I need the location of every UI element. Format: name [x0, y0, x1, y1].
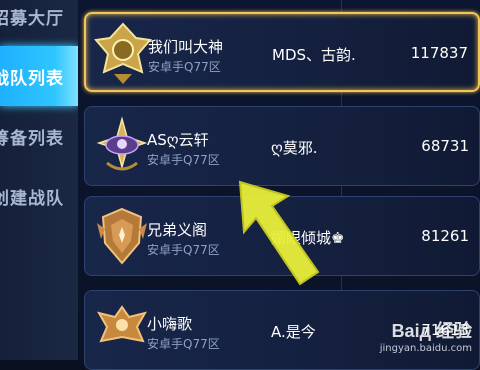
team-zone: 安卓手Q77区 — [148, 60, 221, 74]
team-name: 小嗨歌 — [147, 315, 193, 333]
purple-star-emblem-icon — [96, 116, 148, 171]
team-row[interactable]: 我们叫大神 安卓手Q77区 MDS、古韵. 117837 — [84, 12, 480, 92]
gold-wing-emblem-icon — [94, 22, 152, 84]
tab-label: 战队列表 — [0, 68, 64, 89]
tab-label: 筹备列表 — [0, 128, 64, 149]
tab-label: 创建战队 — [0, 188, 64, 209]
team-list: 我们叫大神 安卓手Q77区 MDS、古韵. 117837 ASღ云轩 安卓手Q7… — [78, 0, 480, 370]
team-captain: 媚眼倾城♚ — [271, 229, 345, 247]
team-zone: 安卓手Q77区 — [147, 153, 220, 167]
team-zone: 安卓手Q77区 — [147, 243, 220, 257]
eagle-emblem-icon — [96, 305, 148, 343]
team-row[interactable]: 兄弟义阁 安卓手Q77区 媚眼倾城♚ 81261 — [84, 196, 480, 276]
team-name: ASღ云轩 — [147, 131, 209, 149]
watermark-url: jingyan.baidu.com — [379, 343, 472, 354]
watermark: Baiд 经验 jingyan.baidu.com — [380, 317, 472, 354]
team-captain: A.是今 — [271, 323, 316, 341]
tab-preparation-list[interactable]: 筹备列表 — [0, 106, 78, 166]
team-score: 117837 — [410, 44, 468, 62]
tab-recruit-hall[interactable]: 招募大厅 — [0, 0, 78, 46]
team-captain: MDS、古韵. — [272, 46, 356, 64]
team-captain: ღ莫邪. — [271, 139, 318, 157]
watermark-logo: Baiд 经验 — [391, 321, 472, 341]
team-score: 81261 — [421, 227, 469, 245]
team-zone: 安卓手Q77区 — [147, 337, 220, 351]
team-row[interactable]: ASღ云轩 安卓手Q77区 ღ莫邪. 68731 — [84, 106, 480, 186]
sidebar: 招募大厅 战队列表 筹备列表 创建战队 — [0, 0, 79, 360]
team-score: 68731 — [421, 137, 469, 155]
team-name: 兄弟义阁 — [147, 221, 208, 239]
tab-create-team[interactable]: 创建战队 — [0, 166, 78, 226]
tab-team-list[interactable]: 战队列表 — [0, 46, 78, 106]
team-name: 我们叫大神 — [148, 38, 224, 56]
tab-label: 招募大厅 — [0, 8, 64, 29]
bronze-shield-emblem-icon — [97, 207, 147, 265]
